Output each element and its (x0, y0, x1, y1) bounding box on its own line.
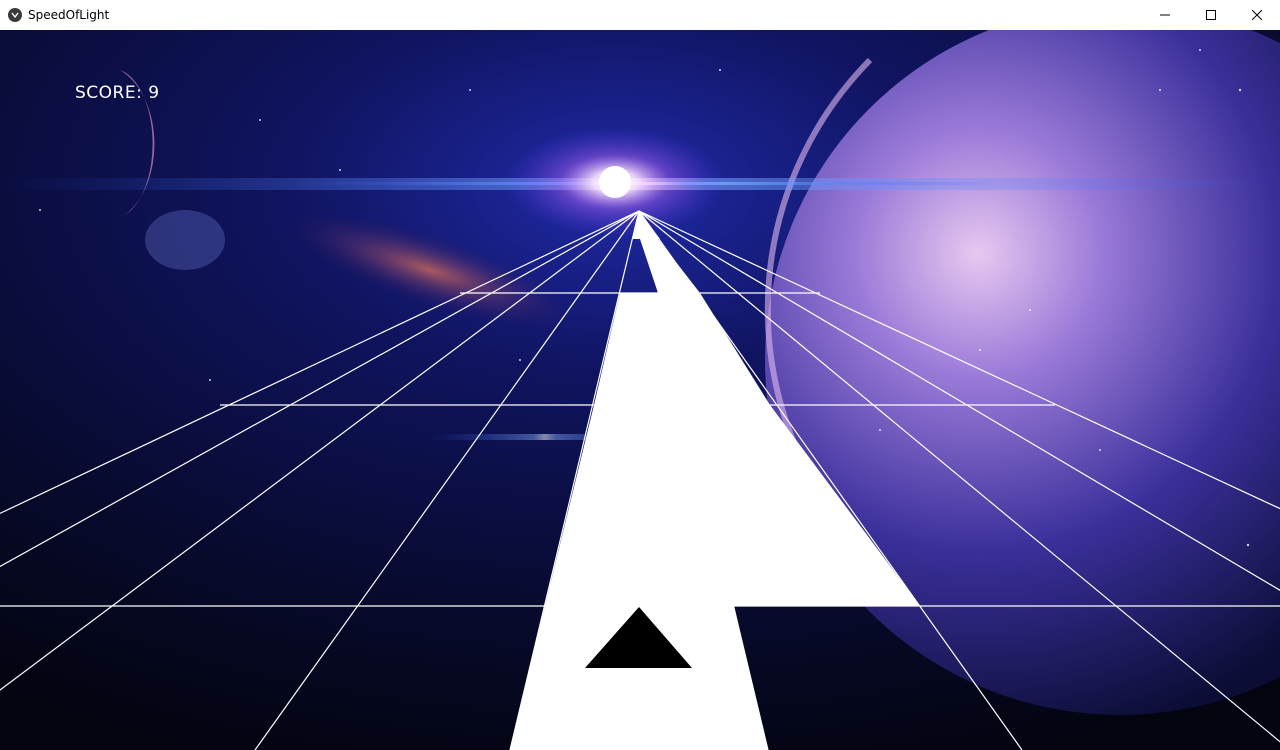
title-bar[interactable]: SpeedOfLight (0, 0, 1280, 30)
game-window: SpeedOfLight SCORE: 9 (0, 0, 1280, 750)
close-button[interactable] (1234, 0, 1280, 30)
window-title: SpeedOfLight (28, 8, 110, 22)
maximize-button[interactable] (1188, 0, 1234, 30)
star-cluster (145, 210, 225, 270)
maximize-icon (1206, 10, 1216, 20)
game-canvas[interactable]: SCORE: 9 (0, 30, 1280, 750)
sun-core (599, 166, 631, 198)
close-icon (1252, 10, 1262, 20)
score-label: SCORE: 9 (75, 83, 160, 103)
window-controls (1142, 0, 1280, 30)
space-scene (0, 30, 1280, 750)
minimize-button[interactable] (1142, 0, 1188, 30)
minimize-icon (1160, 14, 1170, 16)
kivy-icon (8, 8, 22, 22)
